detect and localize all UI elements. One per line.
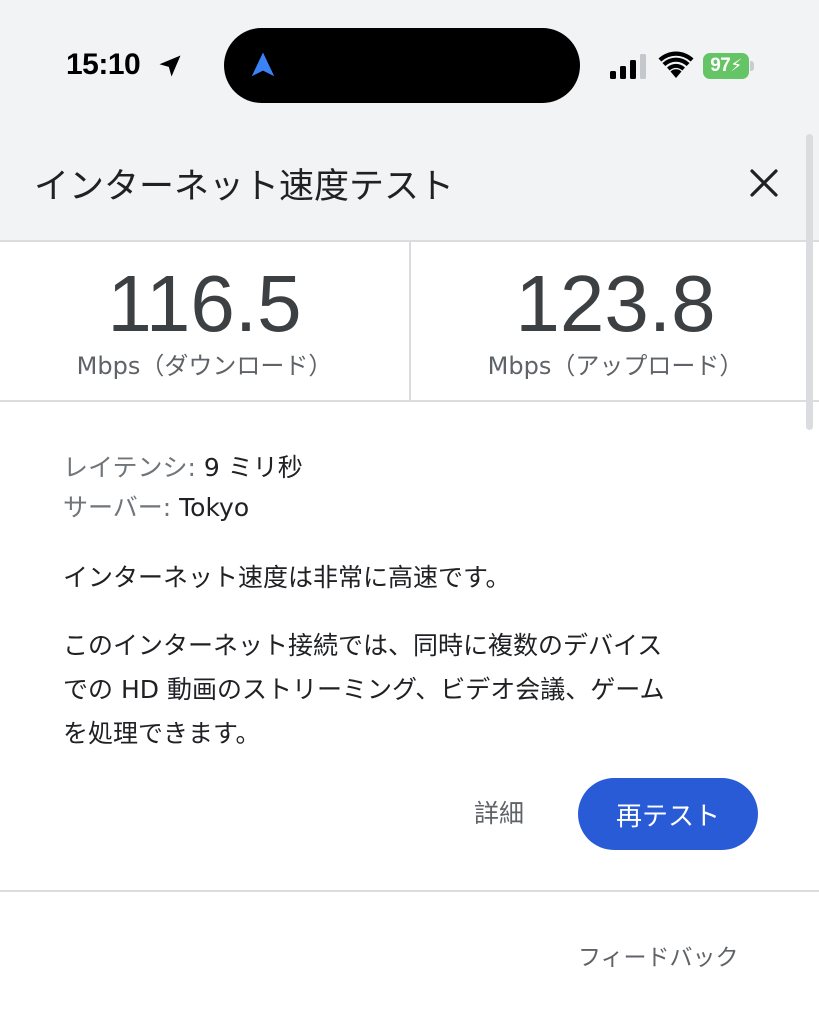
upload-result: 123.8 Mbps（アップロード） (411, 242, 819, 400)
location-arrow-icon (159, 55, 181, 77)
speed-summary: インターネット速度は非常に高速です。 (63, 563, 511, 592)
footer-divider (0, 890, 819, 892)
upload-speed-value: 123.8 (515, 259, 716, 348)
upload-speed-unit: Mbps（アップロード） (487, 352, 744, 380)
battery-level: 97 (710, 55, 731, 76)
feedback-link[interactable]: フィードバック (578, 938, 739, 972)
latency-value: 9 ミリ秒 (203, 453, 303, 482)
battery-charging-icon: 97⚡ (703, 53, 749, 79)
download-result: 116.5 Mbps（ダウンロード） (0, 242, 409, 400)
description-line: での HD 動画のストリーミング、ビデオ会議、ゲーム (63, 675, 665, 704)
download-speed-unit: Mbps（ダウンロード） (76, 352, 333, 380)
battery-cap (750, 61, 754, 71)
latency-line: レイテンシ: 9 ミリ秒 (63, 448, 303, 484)
navigation-arrow-icon (251, 52, 275, 77)
close-icon (750, 169, 778, 197)
retest-button[interactable]: 再テスト (578, 778, 758, 850)
description-line: このインターネット接続では、同時に複数のデバイス (63, 631, 663, 660)
server-value: Tokyo (179, 493, 250, 522)
download-speed-value: 116.5 (107, 259, 302, 348)
speed-description: このインターネット接続では、同時に複数のデバイス での HD 動画のストリーミン… (63, 624, 763, 756)
wifi-icon (658, 51, 694, 78)
latency-label: レイテンシ: (63, 453, 196, 482)
server-label: サーバー: (63, 493, 172, 522)
description-line: を処理できます。 (63, 719, 261, 748)
status-time: 15:10 (66, 48, 141, 81)
speed-results: 116.5 Mbps（ダウンロード） 123.8 Mbps（アップロード） (0, 240, 819, 402)
page-title: インターネット速度テスト (34, 167, 455, 207)
details-button[interactable]: 詳細 (474, 794, 524, 830)
signal-bars-icon (610, 54, 646, 79)
server-line: サーバー: Tokyo (63, 488, 249, 524)
close-button[interactable] (736, 158, 792, 208)
